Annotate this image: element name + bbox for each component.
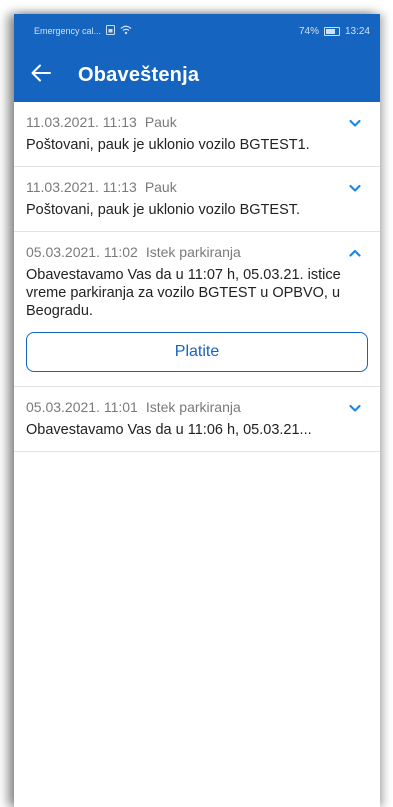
notification-type: Pauk	[144, 179, 177, 195]
notification-list: 11.03.2021. 11:13 Pauk Poštovani, pauk j…	[14, 102, 380, 452]
notification-type: Pauk	[144, 114, 177, 130]
chevron-down-icon[interactable]	[348, 181, 362, 195]
arrow-left-icon	[31, 64, 51, 87]
back-button[interactable]	[28, 62, 54, 88]
notification-meta: 05.03.2021. 11:01 Istek parkiranja	[26, 399, 368, 415]
notification-meta: 11.03.2021. 11:13 Pauk	[26, 179, 368, 195]
phone-screen: Emergency cal... 74% 13:24 Obaveštenja 1…	[14, 14, 380, 807]
status-bar: Emergency cal... 74% 13:24	[14, 14, 380, 48]
notification-date: 05.03.2021. 11:01	[26, 399, 138, 415]
clock-time: 13:24	[344, 25, 370, 37]
carrier-text: Emergency cal...	[34, 26, 102, 36]
wifi-icon	[120, 25, 132, 38]
page-title: Obaveštenja	[78, 63, 200, 86]
app-bar: Obaveštenja	[14, 48, 380, 102]
notification-body: Obavestavamo Vas da u 11:06 h, 05.03.21.…	[26, 422, 312, 438]
sim-icon	[106, 24, 116, 38]
notification-type: Istek parkiranja	[145, 399, 241, 415]
notification-item[interactable]: 05.03.2021. 11:01 Istek parkiranja Obave…	[14, 387, 380, 452]
notification-body: Poštovani, pauk je uklonio vozilo BGTEST…	[26, 202, 301, 218]
notification-type: Istek parkiranja	[145, 244, 241, 260]
notification-meta: 11.03.2021. 11:13 Pauk	[26, 114, 368, 130]
notification-meta: 05.03.2021. 11:02 Istek parkiranja	[26, 244, 368, 260]
notification-item[interactable]: 11.03.2021. 11:13 Pauk Poštovani, pauk j…	[14, 167, 380, 232]
notification-item-expanded[interactable]: 05.03.2021. 11:02 Istek parkiranja Obave…	[14, 232, 380, 387]
notification-date: 11.03.2021. 11:13	[26, 114, 137, 130]
battery-percent: 74%	[298, 25, 319, 37]
pay-button[interactable]: Platite	[26, 332, 368, 372]
notification-date: 05.03.2021. 11:02	[26, 244, 138, 260]
chevron-down-icon[interactable]	[348, 116, 362, 130]
status-right: 74% 13:24	[299, 26, 370, 37]
battery-icon	[323, 26, 340, 36]
chevron-down-icon[interactable]	[348, 401, 362, 415]
status-left: Emergency cal...	[34, 24, 132, 38]
notification-body: Obavestavamo Vas da u 11:07 h, 05.03.21.…	[26, 267, 341, 319]
notification-date: 11.03.2021. 11:13	[26, 179, 137, 195]
notification-item[interactable]: 11.03.2021. 11:13 Pauk Poštovani, pauk j…	[14, 102, 380, 167]
notification-body: Poštovani, pauk je uklonio vozilo BGTEST…	[26, 137, 310, 153]
chevron-up-icon[interactable]	[348, 246, 362, 260]
